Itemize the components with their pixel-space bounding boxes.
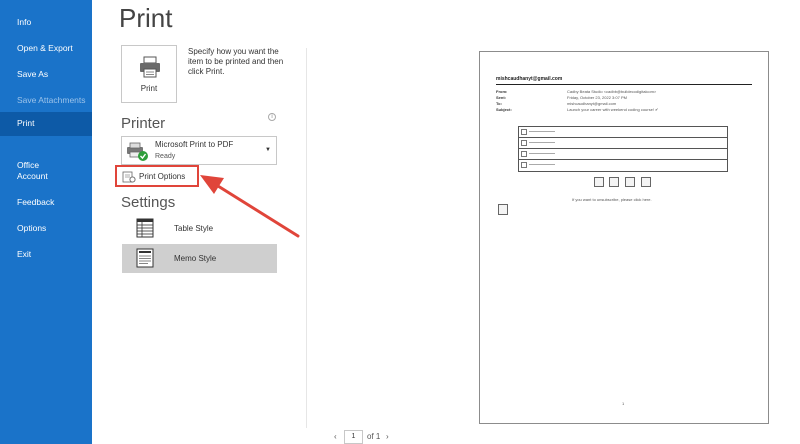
preview-subject-label: Subject: xyxy=(496,107,512,112)
sidebar-item-save-attachments: Save Attachments xyxy=(17,95,86,105)
memo-style-icon xyxy=(136,248,154,268)
preview-text-line xyxy=(529,153,555,154)
prev-page-arrow[interactable]: ‹ xyxy=(334,432,337,441)
info-icon[interactable]: i xyxy=(268,113,276,121)
print-options-icon xyxy=(122,171,136,183)
sidebar-item-account-label: Account xyxy=(17,171,48,181)
pdf-printer-icon xyxy=(127,142,148,161)
preview-unsubscribe-text: If you want to unsubscribe, please click… xyxy=(572,197,652,202)
image-placeholder-icon xyxy=(498,204,508,215)
chevron-down-icon: ▼ xyxy=(265,147,271,153)
preview-subject-value: Launch your career with weekend coding c… xyxy=(567,107,659,112)
preview-page-number: 1 xyxy=(622,401,625,406)
page-title: Print xyxy=(119,3,173,33)
preview-table-row xyxy=(519,149,727,160)
print-button-label: Print xyxy=(140,84,158,93)
page-number-input[interactable]: 1 xyxy=(344,430,363,444)
printer-status: Ready xyxy=(155,153,176,160)
page-count-label: of 1 xyxy=(367,432,381,441)
printer-heading: Printer xyxy=(121,115,166,132)
sidebar-item-save-as[interactable]: Save As xyxy=(0,69,92,80)
preview-image-table xyxy=(518,126,728,172)
preview-text-line xyxy=(529,142,555,143)
sidebar-item-open-export[interactable]: Open & Export xyxy=(0,43,92,54)
image-placeholder-icon xyxy=(521,162,527,168)
preview-text-line xyxy=(529,131,555,132)
preview-table-row xyxy=(519,138,727,149)
social-icon xyxy=(641,177,651,187)
print-description: Specify how you want the item to be prin… xyxy=(188,47,284,76)
print-options-label: Print Options xyxy=(139,172,186,181)
preview-text-line xyxy=(529,164,555,165)
memo-style-label: Memo Style xyxy=(174,254,217,263)
table-style-option[interactable]: Table Style xyxy=(122,214,277,243)
image-placeholder-icon xyxy=(521,129,527,135)
preview-header-rule xyxy=(496,84,752,85)
preview-divider xyxy=(306,48,307,428)
sidebar-item-options[interactable]: Options xyxy=(0,223,92,234)
preview-email-header: mishcaudhanyt@gmail.com xyxy=(496,76,563,82)
next-page-arrow[interactable]: › xyxy=(386,432,389,441)
print-preview-page: mishcaudhanyt@gmail.com From: Cadby Beat… xyxy=(479,51,769,424)
image-placeholder-icon xyxy=(521,140,527,146)
sidebar-item-exit[interactable]: Exit xyxy=(0,249,92,260)
sidebar-item-info[interactable]: Info xyxy=(0,17,92,28)
table-style-label: Table Style xyxy=(174,224,214,233)
social-icon xyxy=(625,177,635,187)
preview-to-label: To: xyxy=(496,101,502,106)
social-icon xyxy=(594,177,604,187)
sidebar-item-office-account[interactable]: Office Account xyxy=(0,160,92,182)
settings-heading: Settings xyxy=(121,194,176,211)
printer-dropdown[interactable]: Microsoft Print to PDF Ready ▼ xyxy=(121,136,277,165)
backstage-sidebar: Info Open & Export Save As Save Attachme… xyxy=(0,0,92,444)
preview-sent-value: Friday, October 23, 2022 3:07 PM xyxy=(567,95,627,100)
sidebar-item-office-label: Office xyxy=(17,160,40,170)
printer-icon xyxy=(140,56,160,78)
memo-style-option[interactable]: Memo Style xyxy=(122,244,277,273)
preview-sent-label: Sent: xyxy=(496,95,506,100)
preview-from-value: Cadby Beata Studio <cadbb@buildecodigita… xyxy=(567,89,657,94)
printer-name: Microsoft Print to PDF xyxy=(155,140,234,149)
table-style-icon xyxy=(136,218,154,238)
image-placeholder-icon xyxy=(521,151,527,157)
preview-to-value: mishcaudhanyt@gmail.com xyxy=(567,101,617,106)
print-button[interactable]: Print xyxy=(121,45,177,103)
print-options-button[interactable]: Print Options xyxy=(115,165,199,187)
preview-from-label: From: xyxy=(496,89,508,94)
social-icon xyxy=(609,177,619,187)
preview-table-row xyxy=(519,127,727,138)
preview-table-row xyxy=(519,160,727,171)
sidebar-item-print[interactable]: Print xyxy=(0,112,92,136)
sidebar-item-feedback[interactable]: Feedback xyxy=(0,197,92,208)
